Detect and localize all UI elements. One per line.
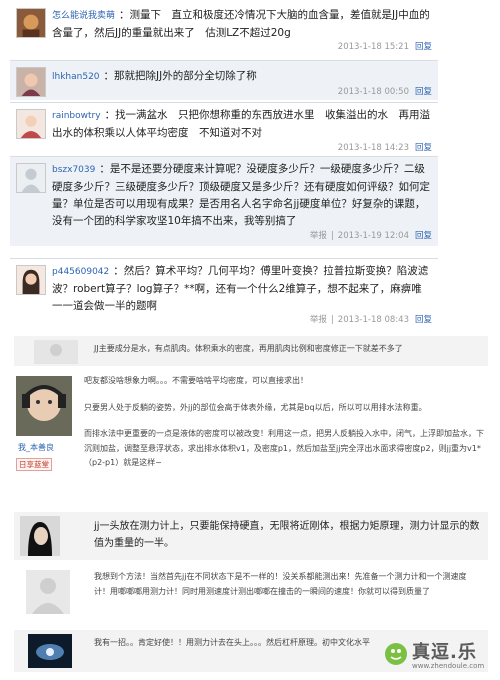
report-button[interactable]: 举报: [310, 231, 327, 241]
comment-post: JJ主要成分是水，有点肌肉。体积乘水的密度，再用肌肉比例和密度修正一下就差不多了: [14, 336, 488, 366]
user-badge: 日享蓝堂: [16, 458, 52, 471]
avatar[interactable]: [16, 163, 46, 193]
avatar[interactable]: [16, 376, 72, 436]
reply-button[interactable]: 回复: [415, 87, 432, 97]
comment-post: lhkhan520 ：那就把除JJ外的部分全切除了称 2013-1-18 00:5…: [10, 60, 438, 100]
reply-button[interactable]: 回复: [415, 42, 432, 52]
username-link[interactable]: bszx7039: [52, 165, 95, 175]
reply-button[interactable]: 回复: [415, 143, 432, 153]
comment-post: bszx7039 ：是不是还要分硬度来计算呢？没硬度多少斤？一级硬度多少斤？二级硬…: [10, 156, 438, 246]
watermark-url: www.zhendoule.com: [412, 662, 485, 670]
username-link[interactable]: p445609042: [52, 267, 109, 277]
comment-text: JJ主要成分是水，有点肌肉。体积乘水的密度，再用肌肉比例和密度修正一下就差不多了: [94, 344, 403, 353]
avatar[interactable]: [28, 634, 72, 668]
comment-text: 吧友都没啥想象力啊。。。不需要啥啥平均密度，可以直接求出！ 只要男人处于反躺的姿…: [84, 374, 488, 471]
post-time: 2013-1-19 12:04: [337, 231, 409, 241]
username-link[interactable]: rainbowtry: [52, 111, 101, 121]
username-link[interactable]: 我_本善良: [18, 442, 54, 453]
post-time: 2013-1-18 15:21: [337, 42, 409, 52]
comment-text: rainbowtry ：找一满盆水 只把你想称重的东西放进水里 收集溢出的水 再用…: [52, 109, 431, 139]
comment-post: jj一头放在测力计上，只要能保持硬直，无限将近刚体，根据力矩原理，测力计显示的数…: [14, 512, 488, 560]
avatar[interactable]: [26, 570, 70, 614]
paragraph: 只要男人处于反躺的姿势，外jj的部位会高于体表外缘，尤其是bq以后，所以可以用排…: [84, 402, 427, 412]
paragraph: 吧友都没啥想象力啊。。。不需要啥啥平均密度，可以直接求出！: [84, 376, 308, 385]
comment-post: p445609042 ：然后？算术平均？几何平均？傅里叶变换？拉普拉斯变换？陷波滤…: [10, 258, 438, 330]
comment-text: 我想到个方法！当然首先jj在不同状态下是不一样的！没关系都能测出来！先准备一个测…: [94, 572, 467, 596]
comment-post: 我想到个方法！当然首先jj在不同状态下是不一样的！没关系都能测出来！先准备一个测…: [14, 564, 488, 624]
post-time: 2013-1-18 14:23: [337, 143, 409, 153]
avatar[interactable]: [20, 516, 60, 556]
comment-text: bszx7039 ：是不是还要分硬度来计算呢？没硬度多少斤？一级硬度多少斤？二级硬…: [52, 163, 430, 227]
comment-text: p445609042 ：然后？算术平均？几何平均？傅里叶变换？拉普拉斯变换？陷波滤…: [52, 265, 429, 312]
avatar[interactable]: [16, 67, 46, 97]
comment-text: lhkhan520 ：那就把除JJ外的部分全切除了称: [52, 70, 257, 82]
comment-text: 怎么能说我卖萌 ：测量下 直立和极度还冷情况下大脑的血含量，差值就是JJ中血的含量…: [52, 9, 430, 39]
avatar[interactable]: [34, 340, 78, 364]
avatar[interactable]: [16, 8, 46, 38]
username-link[interactable]: lhkhan520: [52, 72, 100, 82]
comment-text: jj一头放在测力计上，只要能保持硬直，无限将近刚体，根据力矩原理，测力计显示的数…: [94, 521, 480, 549]
paragraph: 而排水法中更重要的一点是液体的密度可以被改变！利用这一点，把男人反躺投入水中，闭…: [84, 429, 484, 467]
comment-post: rainbowtry ：找一满盆水 只把你想称重的东西放进水里 收集溢出的水 再用…: [10, 102, 438, 154]
reply-button[interactable]: 回复: [415, 231, 432, 241]
watermark-brand: 真逗.乐: [412, 642, 477, 663]
comment-text: 我有一招。。肯定好使！！用测力计去在头上。。。然后杠杆原理。初中文化水平: [94, 638, 370, 647]
post-time: 2013-1-18 00:50: [337, 87, 409, 97]
avatar[interactable]: [16, 265, 46, 295]
reply-button[interactable]: 回复: [415, 315, 432, 325]
comment-post: 怎么能说我卖萌 ：测量下 直立和极度还冷情况下大脑的血含量，差值就是JJ中血的含量…: [10, 4, 438, 58]
watermark: 真逗.乐 www.zhendoule.com: [382, 636, 500, 676]
comment-post: 我_本善良 日享蓝堂 吧友都没啥想象力啊。。。不需要啥啥平均密度，可以直接求出！…: [14, 370, 488, 508]
avatar[interactable]: [16, 109, 46, 139]
report-button[interactable]: 举报: [310, 315, 327, 325]
username-link[interactable]: 怎么能说我卖萌: [52, 11, 115, 21]
post-time: 2013-1-18 08:43: [337, 315, 409, 325]
